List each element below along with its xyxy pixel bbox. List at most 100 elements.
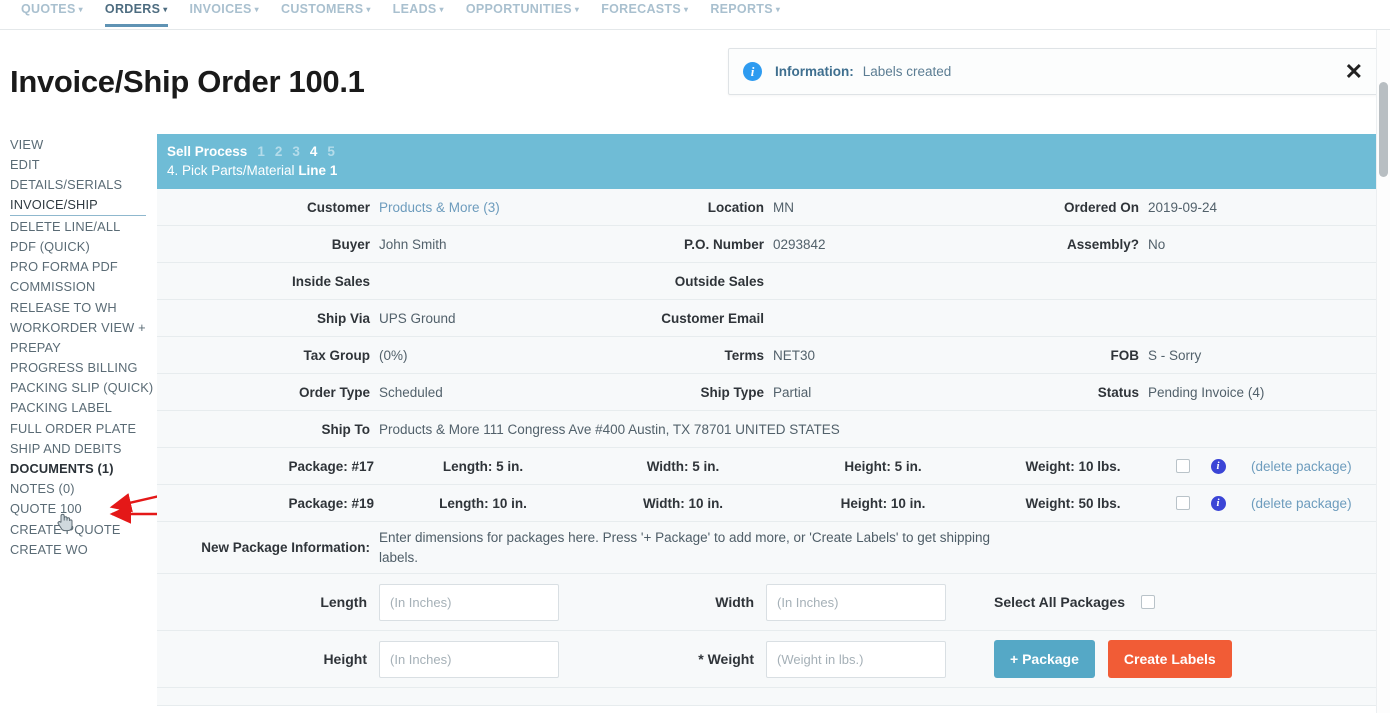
sidebar-item-packing-slip-quick[interactable]: PACKING SLIP (QUICK)	[10, 378, 153, 398]
sidebar-item-edit[interactable]: EDIT	[10, 154, 146, 174]
height-input[interactable]	[379, 640, 559, 678]
delete-package-link[interactable]: (delete package)	[1233, 459, 1376, 474]
detail-value-order-type: Scheduled	[379, 384, 443, 400]
sidebar-item-full-order-plate[interactable]: FULL ORDER PLATE	[10, 418, 146, 438]
chevron-down-icon: ▾	[574, 5, 580, 14]
nav-label: QUOTES	[21, 2, 76, 16]
process-step-line: Line 1	[298, 163, 338, 179]
detail-label-ship-via: Ship Via	[316, 310, 370, 326]
grid-bottom-partial-row	[157, 688, 1376, 707]
process-step-4[interactable]: 4	[310, 144, 318, 159]
sidebar-item-label: PREPAY	[10, 339, 61, 355]
sidebar-item-packing-label[interactable]: PACKING LABEL	[10, 398, 146, 418]
sidebar-item-notes[interactable]: NOTES (0)	[10, 479, 146, 499]
info-icon[interactable]: i	[1210, 458, 1226, 474]
package-weight: Weight: 50 lbs.	[1025, 495, 1121, 511]
sidebar-item-label: INVOICE/SHIP	[10, 197, 98, 213]
nav-label: INVOICES	[189, 2, 252, 16]
nav-item-leads[interactable]: LEADS ▾	[382, 0, 455, 20]
sidebar-item-invoice-ship[interactable]: INVOICE/SHIP	[10, 195, 146, 217]
select-all-packages-label: Select All Packages	[994, 594, 1126, 611]
close-icon[interactable]: ✕	[1343, 60, 1365, 83]
select-all-packages-checkbox[interactable]	[1141, 595, 1156, 610]
sidebar-item-pro-forma-pdf[interactable]: PRO FORMA PDF	[10, 257, 146, 277]
weight-label-text: Weight	[707, 651, 754, 668]
sidebar-item-label: FULL ORDER PLATE	[10, 420, 137, 436]
process-step-2[interactable]: 2	[275, 144, 283, 159]
nav-label: REPORTS	[710, 2, 773, 16]
package-select-checkbox[interactable]	[1176, 496, 1190, 511]
select-all-packages-cell: Select All Packages	[946, 594, 1376, 610]
package-info-cell: i	[1203, 458, 1233, 474]
process-step-5[interactable]: 5	[327, 144, 335, 159]
sidebar-item-label: DETAILS/SERIALS	[10, 176, 123, 192]
sidebar-item-pdf-quick[interactable]: PDF (QUICK)	[10, 236, 146, 256]
sidebar-menu: VIEW EDIT DETAILS/SERIALS INVOICE/SHIP D…	[10, 134, 153, 559]
nav-item-reports[interactable]: REPORTS ▾	[699, 0, 791, 20]
width-label: Width	[715, 594, 754, 611]
process-step-3[interactable]: 3	[292, 144, 300, 159]
sell-process-step-row: 4. Pick Parts/Material Line 1	[167, 161, 1366, 180]
sidebar-item-label: QUOTE 100	[10, 501, 82, 517]
sidebar-item-release-to-wh[interactable]: RELEASE TO WH	[10, 297, 146, 317]
sell-process-bar: Sell Process 1 2 3 4 5 4. Pick Parts/Material…	[157, 134, 1376, 190]
sidebar-item-progress-billing[interactable]: PROGRESS BILLING	[10, 357, 146, 377]
nav-item-opportunities[interactable]: OPPORTUNITIES ▾	[455, 0, 590, 20]
banner-label: Information:	[775, 64, 854, 79]
nav-item-quotes[interactable]: QUOTES ▾	[10, 0, 94, 20]
detail-value-customer[interactable]: Products & More (3)	[379, 200, 583, 215]
nav-item-invoices[interactable]: INVOICES ▾	[179, 0, 270, 20]
detail-label-fob: FOB	[1110, 347, 1140, 363]
package-height: Height: 10 in.	[840, 495, 926, 511]
process-step-label: 4. Pick Parts/Material	[167, 163, 295, 179]
sell-process-title-row: Sell Process 1 2 3 4 5	[167, 142, 1366, 161]
detail-row: Ship Via UPS Ground Customer Email	[157, 300, 1376, 338]
package-row: Package: #19 Length: 10 in. Width: 10 in…	[157, 485, 1376, 523]
sidebar-item-label: COMMISSION	[10, 279, 96, 295]
sidebar-item-label: PROGRESS BILLING	[10, 360, 138, 376]
process-step-1[interactable]: 1	[257, 144, 265, 159]
sidebar-item-workorder-view[interactable]: WORKORDER VIEW +	[10, 317, 146, 337]
sidebar-item-documents[interactable]: DOCUMENTS (1)	[10, 458, 146, 478]
create-labels-button[interactable]: Create Labels	[1107, 640, 1232, 679]
sidebar-item-label: PRO FORMA PDF	[10, 259, 118, 275]
package-name: Package: #19	[288, 495, 374, 511]
info-icon[interactable]: i	[1210, 495, 1226, 511]
info-icon: i	[743, 62, 762, 81]
weight-input[interactable]	[766, 640, 946, 678]
sidebar-item-view[interactable]: VIEW	[10, 134, 146, 154]
width-input[interactable]	[766, 583, 946, 621]
chevron-down-icon: ▾	[775, 5, 781, 14]
sidebar-item-prepay[interactable]: PREPAY	[10, 337, 146, 357]
nav-item-forecasts[interactable]: FORECASTS ▾	[590, 0, 699, 20]
nav-item-customers[interactable]: CUSTOMERS ▾	[270, 0, 382, 20]
detail-label-tax-group: Tax Group	[303, 347, 370, 363]
action-buttons-cell: + Package Create Labels	[946, 640, 1376, 679]
chevron-down-icon: ▾	[163, 5, 168, 14]
sidebar-item-create-wo[interactable]: CREATE WO	[10, 539, 146, 559]
new-package-information-row: New Package Information: Enter dimension…	[157, 522, 1376, 575]
sidebar-item-label: CREATE WO	[10, 541, 88, 557]
sell-process-title: Sell Process	[167, 144, 248, 159]
package-width: Width: 5 in.	[646, 458, 720, 474]
detail-value-assembly: No	[1148, 236, 1166, 252]
detail-label-location: Location	[707, 199, 764, 215]
sidebar-item-delete-line-all[interactable]: DELETE LINE/ALL	[10, 216, 146, 236]
length-input[interactable]	[379, 583, 559, 621]
sidebar-item-label: DOCUMENTS (1)	[10, 461, 114, 476]
sidebar-item-ship-and-debits[interactable]: SHIP AND DEBITS	[10, 438, 146, 458]
sidebar-item-quote-100[interactable]: QUOTE 100	[10, 499, 146, 519]
sidebar-item-commission[interactable]: COMMISSION	[10, 277, 146, 297]
nav-item-orders[interactable]: ORDERS ▾	[94, 0, 179, 27]
detail-value-terms: NET30	[773, 347, 816, 363]
package-select-checkbox[interactable]	[1176, 459, 1190, 474]
chevron-down-icon: ▾	[366, 5, 371, 14]
weight-label: * Weight	[581, 651, 766, 667]
sidebar-item-label: NOTES (0)	[10, 481, 75, 497]
page-scrollbar[interactable]	[1376, 30, 1390, 713]
sidebar-item-details-serials[interactable]: DETAILS/SERIALS	[10, 174, 146, 194]
sidebar-item-create-pquote[interactable]: CREATE PQUOTE	[10, 519, 146, 539]
delete-package-link[interactable]: (delete package)	[1233, 496, 1376, 511]
add-package-button[interactable]: + Package	[994, 640, 1095, 679]
page-scrollbar-thumb[interactable]	[1379, 82, 1388, 177]
